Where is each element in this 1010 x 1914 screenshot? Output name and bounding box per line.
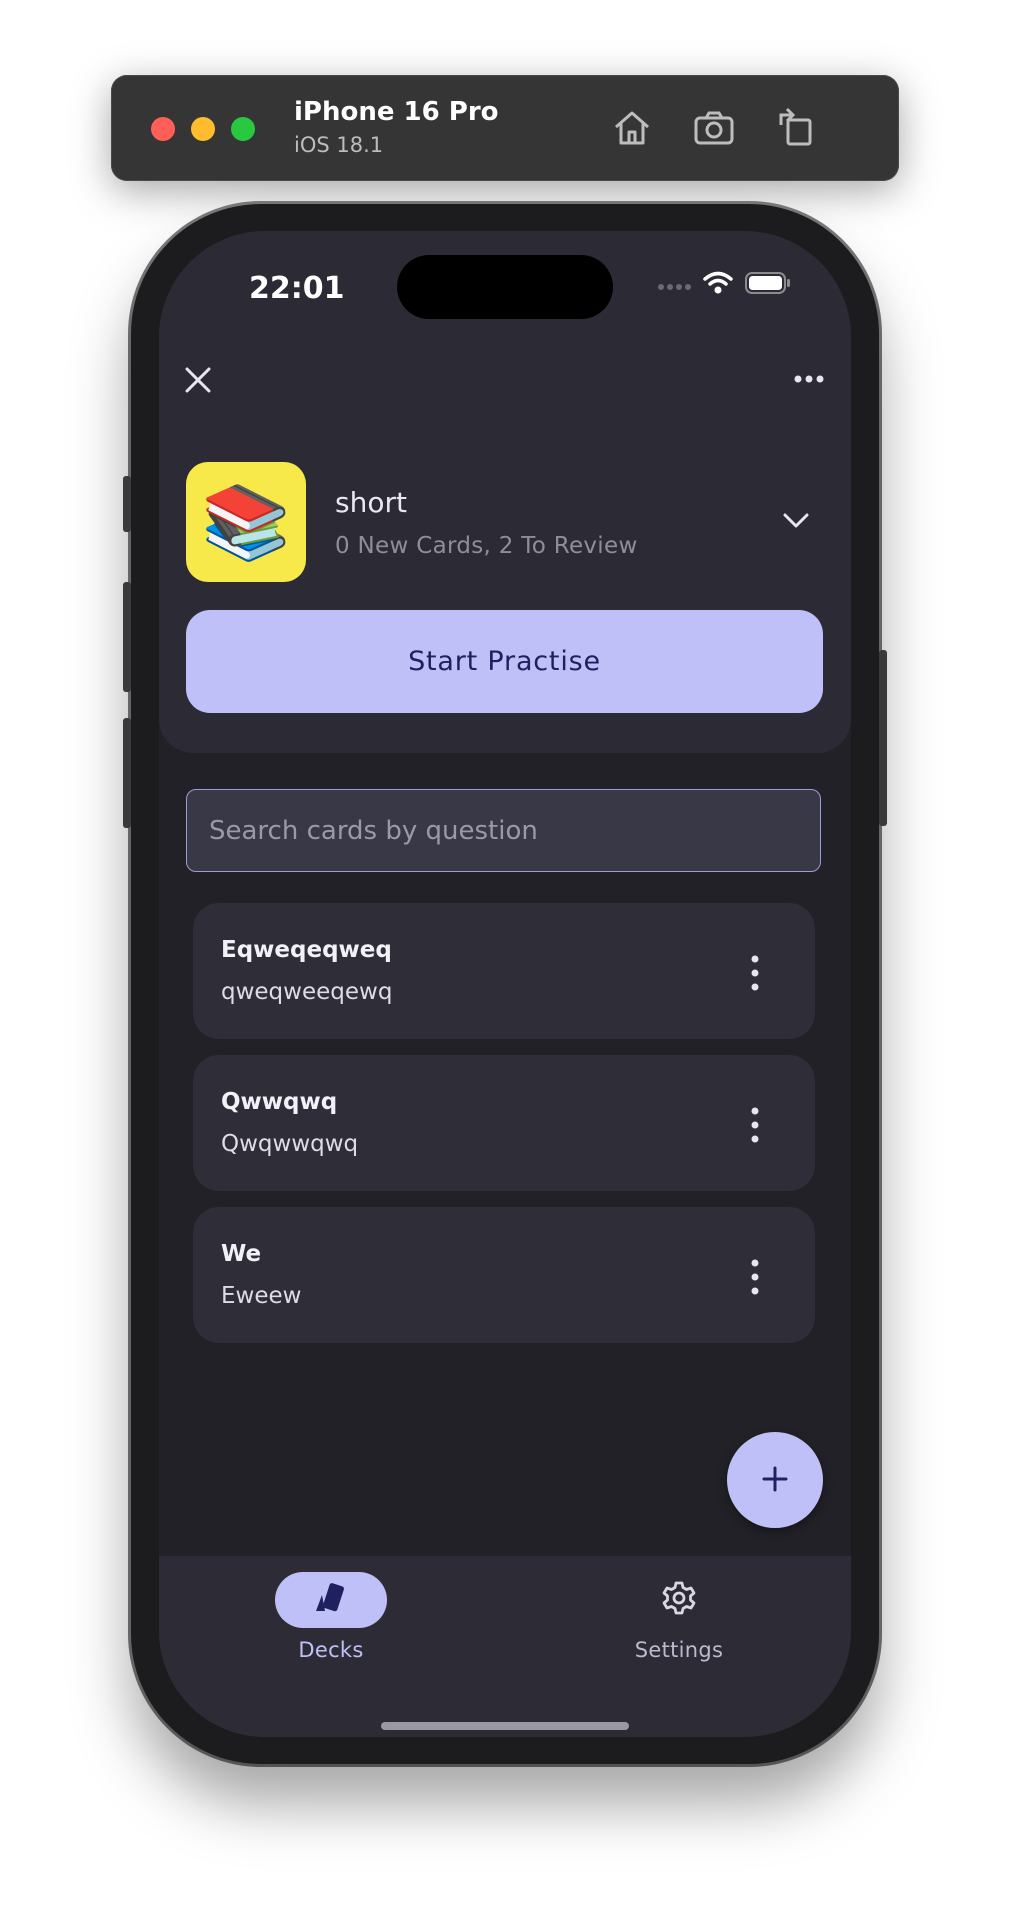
simulator-toolbar: iPhone 16 Pro iOS 18.1: [111, 75, 899, 181]
card-answer: Eweew: [221, 1283, 302, 1309]
deck-title: short: [335, 486, 407, 519]
card-answer: Qwqwwqwq: [221, 1131, 359, 1157]
deck-card-summary: 0 New Cards, 2 To Review: [335, 533, 638, 559]
rotate-icon[interactable]: [773, 105, 819, 151]
deck-thumbnail: 📚: [186, 462, 306, 582]
cards-icon: [312, 1581, 350, 1619]
bottom-navigation: Decks Settings: [159, 1556, 851, 1737]
close-icon[interactable]: [181, 363, 215, 397]
wifi-icon: [703, 271, 733, 299]
action-button: [123, 476, 131, 532]
deck-header-panel: 22:01 📚 short 0 New Cards, 2 To Review S…: [159, 231, 851, 753]
home-indicator[interactable]: [381, 1722, 629, 1730]
add-card-button[interactable]: [727, 1432, 823, 1528]
screenshot-icon[interactable]: [691, 105, 737, 151]
books-emoji: 📚: [201, 480, 291, 564]
nav-active-indicator: [275, 1572, 387, 1628]
nav-item-settings[interactable]: Settings: [579, 1572, 779, 1662]
chevron-down-icon[interactable]: [781, 511, 811, 531]
more-horizontal-icon[interactable]: [791, 369, 827, 389]
status-icons: [657, 271, 791, 299]
more-vertical-icon[interactable]: [745, 953, 765, 993]
device-name: iPhone 16 Pro: [294, 97, 499, 127]
home-icon[interactable]: [609, 105, 655, 151]
volume-up-button: [123, 582, 131, 692]
minimize-window-button[interactable]: [191, 117, 215, 141]
start-practise-button[interactable]: Start Practise: [186, 610, 823, 713]
power-button: [879, 650, 887, 826]
plus-icon: [761, 1465, 789, 1496]
card-question: Eqweqeqweq: [221, 937, 392, 963]
os-version: iOS 18.1: [294, 133, 384, 157]
nav-item-decks[interactable]: Decks: [231, 1572, 431, 1662]
app-screen: 22:01 📚 short 0 New Cards, 2 To Review S…: [159, 231, 851, 1737]
more-vertical-icon[interactable]: [745, 1105, 765, 1145]
more-vertical-icon[interactable]: [745, 1257, 765, 1297]
dynamic-island: [397, 255, 613, 319]
card-question: We: [221, 1241, 262, 1267]
signal-icon: [657, 276, 691, 295]
status-time: 22:01: [249, 271, 345, 306]
card-list-item[interactable]: Qwwqwq Qwqwwqwq: [193, 1055, 815, 1191]
card-question: Qwwqwq: [221, 1089, 338, 1115]
zoom-window-button[interactable]: [231, 117, 255, 141]
search-field[interactable]: [186, 789, 821, 872]
close-window-button[interactable]: [151, 117, 175, 141]
card-answer: qweqweeqewq: [221, 979, 393, 1005]
card-list-item[interactable]: We Eweew: [193, 1207, 815, 1343]
nav-label-decks: Decks: [298, 1638, 364, 1662]
nav-icon-container: [623, 1572, 735, 1628]
battery-icon: [745, 272, 791, 298]
card-list-item[interactable]: Eqweqeqweq qweqweeqewq: [193, 903, 815, 1039]
nav-label-settings: Settings: [634, 1638, 724, 1662]
search-input[interactable]: [207, 814, 820, 847]
volume-down-button: [123, 718, 131, 828]
gear-icon: [661, 1580, 697, 1620]
